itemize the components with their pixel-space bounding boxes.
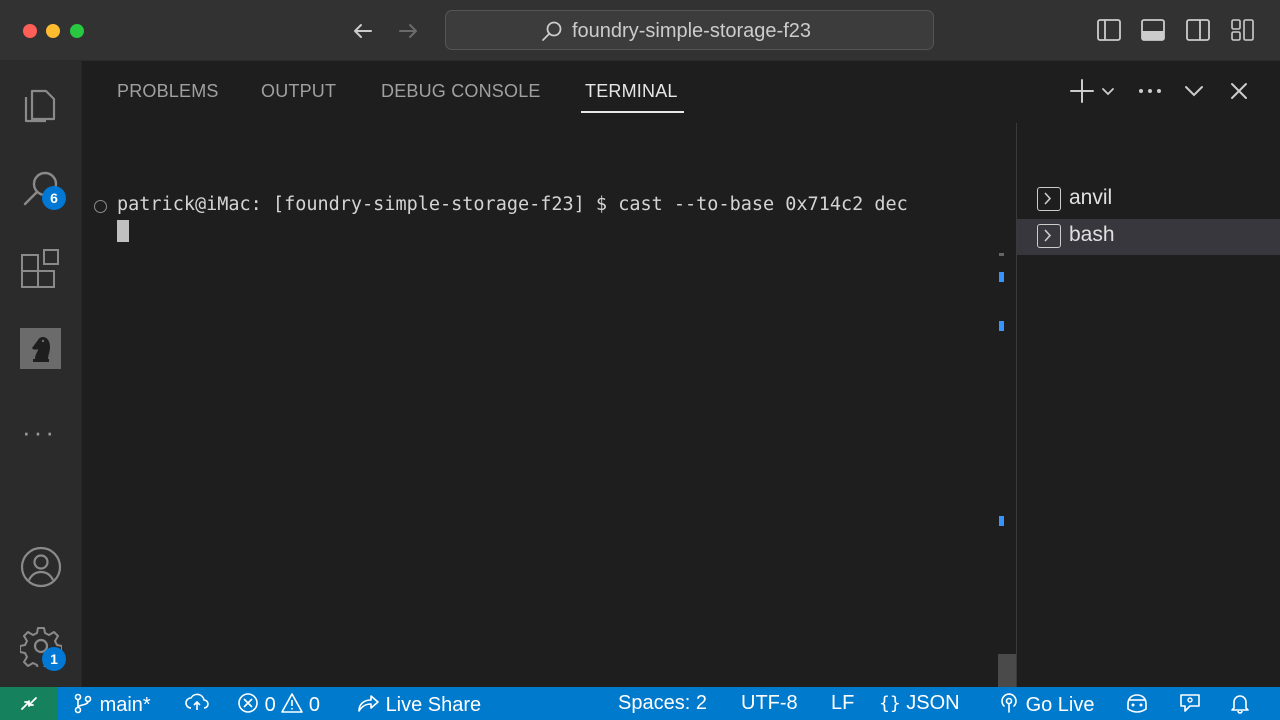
tab-terminal[interactable]: TERMINAL <box>585 81 678 102</box>
toggle-panel-icon[interactable] <box>1140 17 1166 43</box>
collapse-panel-chevron-down-icon[interactable] <box>1179 77 1209 105</box>
manage-button[interactable]: 1 <box>0 607 82 677</box>
live-share-icon <box>358 695 379 712</box>
terminal-profiles-chevron-down-icon[interactable] <box>1098 77 1118 105</box>
tab-debug-console[interactable]: DEBUG CONSOLE <box>381 81 541 102</box>
problems-status[interactable]: 0 0 <box>237 692 320 717</box>
eol-status[interactable]: LF <box>831 692 854 715</box>
back-arrow-icon[interactable] <box>349 17 377 45</box>
notifications-bell-icon[interactable] <box>1229 692 1251 717</box>
error-icon <box>238 693 258 713</box>
indentation-status[interactable]: Spaces: 2 <box>618 692 707 715</box>
command-decoration-icon[interactable] <box>94 200 107 213</box>
terminal-instance-anvil[interactable]: anvil <box>1017 182 1280 218</box>
tab-output[interactable]: OUTPUT <box>261 81 336 102</box>
toggle-primary-sidebar-icon[interactable] <box>1096 17 1122 43</box>
sync-icon[interactable] <box>185 692 209 717</box>
warning-count: 0 <box>308 694 320 716</box>
scroll-marker <box>999 253 1004 256</box>
terminal-tabs-list: anvil bash <box>1016 123 1280 687</box>
language-mode-status[interactable]: {} JSON <box>879 692 960 715</box>
terminal-icon <box>1037 224 1061 248</box>
terminal-output[interactable]: patrick@iMac: [foundry-simple-storage-f2… <box>82 123 1016 687</box>
braces-icon: {} <box>879 693 901 714</box>
more-views-icon[interactable]: ··· <box>22 417 57 448</box>
close-panel-icon[interactable] <box>1224 77 1254 105</box>
copilot-icon[interactable] <box>1124 692 1150 717</box>
explorer-button[interactable] <box>0 65 82 135</box>
files-icon <box>24 89 56 123</box>
command-center-search[interactable]: foundry-simple-storage-f23 <box>445 10 934 50</box>
git-branch-icon <box>74 693 92 714</box>
live-share-button[interactable]: Live Share <box>356 692 481 717</box>
broadcast-icon <box>1001 693 1017 713</box>
extensions-icon <box>21 249 59 288</box>
terminal-instance-label: anvil <box>1069 186 1113 209</box>
scroll-marker <box>999 272 1004 282</box>
search-icon <box>540 20 564 49</box>
terminal-icon <box>1037 187 1061 211</box>
status-bar: main* 0 0 Live Share Spaces: 2 UTF-8 LF … <box>0 687 1280 720</box>
encoding-status[interactable]: UTF-8 <box>741 692 798 715</box>
terminal-instance-label: bash <box>1069 223 1115 246</box>
language-label: JSON <box>906 692 960 714</box>
title-bar: foundry-simple-storage-f23 <box>0 0 1280 61</box>
active-tab-indicator <box>581 111 684 113</box>
workspace-title: foundry-simple-storage-f23 <box>572 20 811 42</box>
search-view-button[interactable]: 6 <box>0 151 82 221</box>
activity-bar: 6 ··· 1 <box>0 61 82 687</box>
terminal-cursor <box>117 220 129 242</box>
go-live-button[interactable]: Go Live <box>998 692 1095 717</box>
search-badge: 6 <box>42 186 66 210</box>
feedback-icon[interactable] <box>1178 692 1202 717</box>
toggle-secondary-sidebar-icon[interactable] <box>1185 17 1211 43</box>
remote-indicator[interactable] <box>0 687 58 720</box>
minimize-window-button[interactable] <box>46 24 60 38</box>
branch-status[interactable]: main* <box>72 692 151 717</box>
panel: PROBLEMS OUTPUT DEBUG CONSOLE TERMINAL p… <box>82 61 1280 687</box>
more-actions-icon[interactable] <box>1135 77 1165 105</box>
live-share-label: Live Share <box>385 694 482 716</box>
account-icon <box>20 546 62 588</box>
terminal-scrollbar[interactable] <box>998 654 1016 687</box>
scroll-marker <box>999 321 1004 331</box>
forward-arrow-icon[interactable] <box>394 17 422 45</box>
settings-badge: 1 <box>42 647 66 671</box>
tab-problems[interactable]: PROBLEMS <box>117 81 219 102</box>
go-live-label: Go Live <box>1025 694 1095 716</box>
new-terminal-plus-icon[interactable] <box>1067 77 1097 105</box>
panel-tabs: PROBLEMS OUTPUT DEBUG CONSOLE TERMINAL <box>82 61 1280 123</box>
chess-knight-extension-icon[interactable] <box>20 328 61 369</box>
branch-name: main* <box>99 694 151 716</box>
terminal-prompt-line: patrick@iMac: [foundry-simple-storage-f2… <box>117 194 908 215</box>
terminal-instance-bash[interactable]: bash <box>1017 219 1280 255</box>
accounts-button[interactable] <box>0 528 82 598</box>
close-window-button[interactable] <box>23 24 37 38</box>
warning-icon <box>281 693 304 713</box>
remote-icon <box>21 697 37 710</box>
extensions-button[interactable] <box>0 231 82 301</box>
customize-layout-icon[interactable] <box>1230 17 1256 43</box>
scroll-marker <box>999 516 1004 526</box>
zoom-window-button[interactable] <box>70 24 84 38</box>
error-count: 0 <box>264 694 276 716</box>
